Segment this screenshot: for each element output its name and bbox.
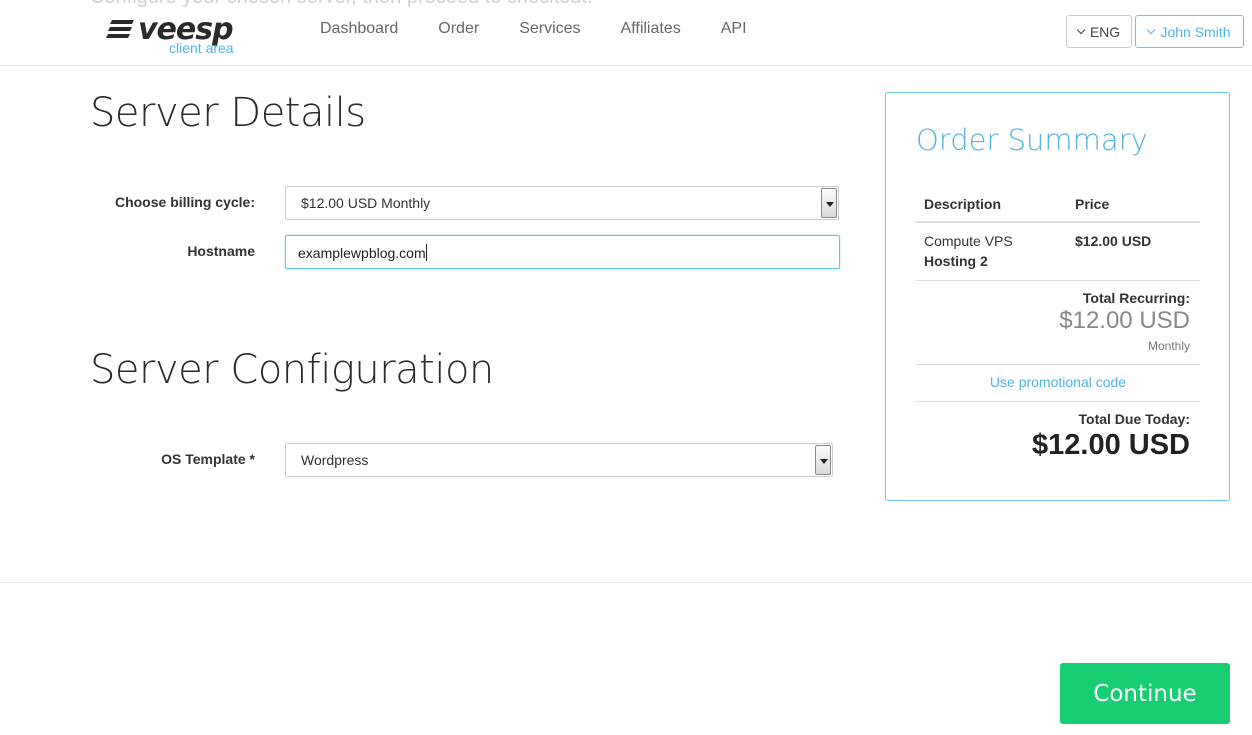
nav-dashboard[interactable]: Dashboard xyxy=(320,20,398,38)
logo-mark-icon xyxy=(106,20,134,38)
total-recurring-amount: $12.00 USD xyxy=(1059,307,1190,334)
promo-code-link[interactable]: Use promotional code xyxy=(916,374,1200,390)
os-template-value: Wordpress xyxy=(301,452,369,468)
main-nav: Dashboard Order Services Affiliates API xyxy=(300,20,767,38)
billing-cycle-value: $12.00 USD Monthly xyxy=(301,195,431,211)
item-name: Compute VPS xyxy=(924,233,1013,249)
nav-order[interactable]: Order xyxy=(438,20,479,38)
nav-services[interactable]: Services xyxy=(519,20,580,38)
os-template-select[interactable]: Wordpress xyxy=(285,443,833,477)
continue-button[interactable]: Continue xyxy=(1060,663,1230,724)
dropdown-arrow-icon xyxy=(821,188,837,218)
server-configuration-title: Server Configuration xyxy=(90,347,494,393)
divider xyxy=(916,364,1200,365)
text-cursor xyxy=(425,244,427,261)
user-menu-button[interactable]: John Smith xyxy=(1135,15,1244,48)
order-summary-panel: Order Summary Description Price Compute … xyxy=(885,92,1230,501)
billing-cycle-label: Choose billing cycle: xyxy=(114,194,255,210)
nav-affiliates[interactable]: Affiliates xyxy=(621,20,681,38)
chevron-down-icon xyxy=(1147,25,1156,34)
item-plan: Hosting 2 xyxy=(924,253,988,269)
divider xyxy=(916,280,1200,281)
chevron-down-icon xyxy=(1076,25,1086,34)
veesp-logo[interactable]: veesp client area xyxy=(106,12,246,60)
billing-cycle-select[interactable]: $12.00 USD Monthly xyxy=(285,186,839,220)
language-dropdown-button[interactable]: ENG xyxy=(1066,15,1132,48)
divider xyxy=(916,401,1200,402)
user-name: John Smith xyxy=(1160,23,1231,40)
hostname-label: Hostname xyxy=(187,243,255,259)
total-due-label: Total Due Today: xyxy=(1078,411,1190,427)
os-template-label: OS Template * xyxy=(161,451,255,467)
order-summary-title: Order Summary xyxy=(916,123,1148,157)
hostname-input[interactable]: examplewpblog.com xyxy=(285,235,840,269)
logo-subtitle: client area xyxy=(169,40,234,56)
footer-divider xyxy=(0,582,1252,583)
item-description: Compute VPS Hosting 2 xyxy=(924,231,1013,271)
page-intro-text: Configure your chosen server, then proce… xyxy=(90,0,593,9)
nav-api[interactable]: API xyxy=(721,20,747,38)
language-label: ENG xyxy=(1089,23,1121,40)
column-header-price: Price xyxy=(1075,196,1110,212)
table-header-divider xyxy=(916,221,1200,223)
total-due-amount: $12.00 USD xyxy=(1032,429,1190,461)
recurring-period: Monthly xyxy=(1147,339,1190,353)
item-price: $12.00 USD xyxy=(1075,233,1152,249)
server-details-title: Server Details xyxy=(90,90,366,136)
top-header: Configure your chosen server, then proce… xyxy=(0,0,1252,66)
hostname-value: examplewpblog.com xyxy=(298,245,426,261)
column-header-description: Description xyxy=(924,196,1002,212)
total-recurring-label: Total Recurring: xyxy=(1082,290,1190,306)
dropdown-arrow-icon xyxy=(815,445,831,475)
